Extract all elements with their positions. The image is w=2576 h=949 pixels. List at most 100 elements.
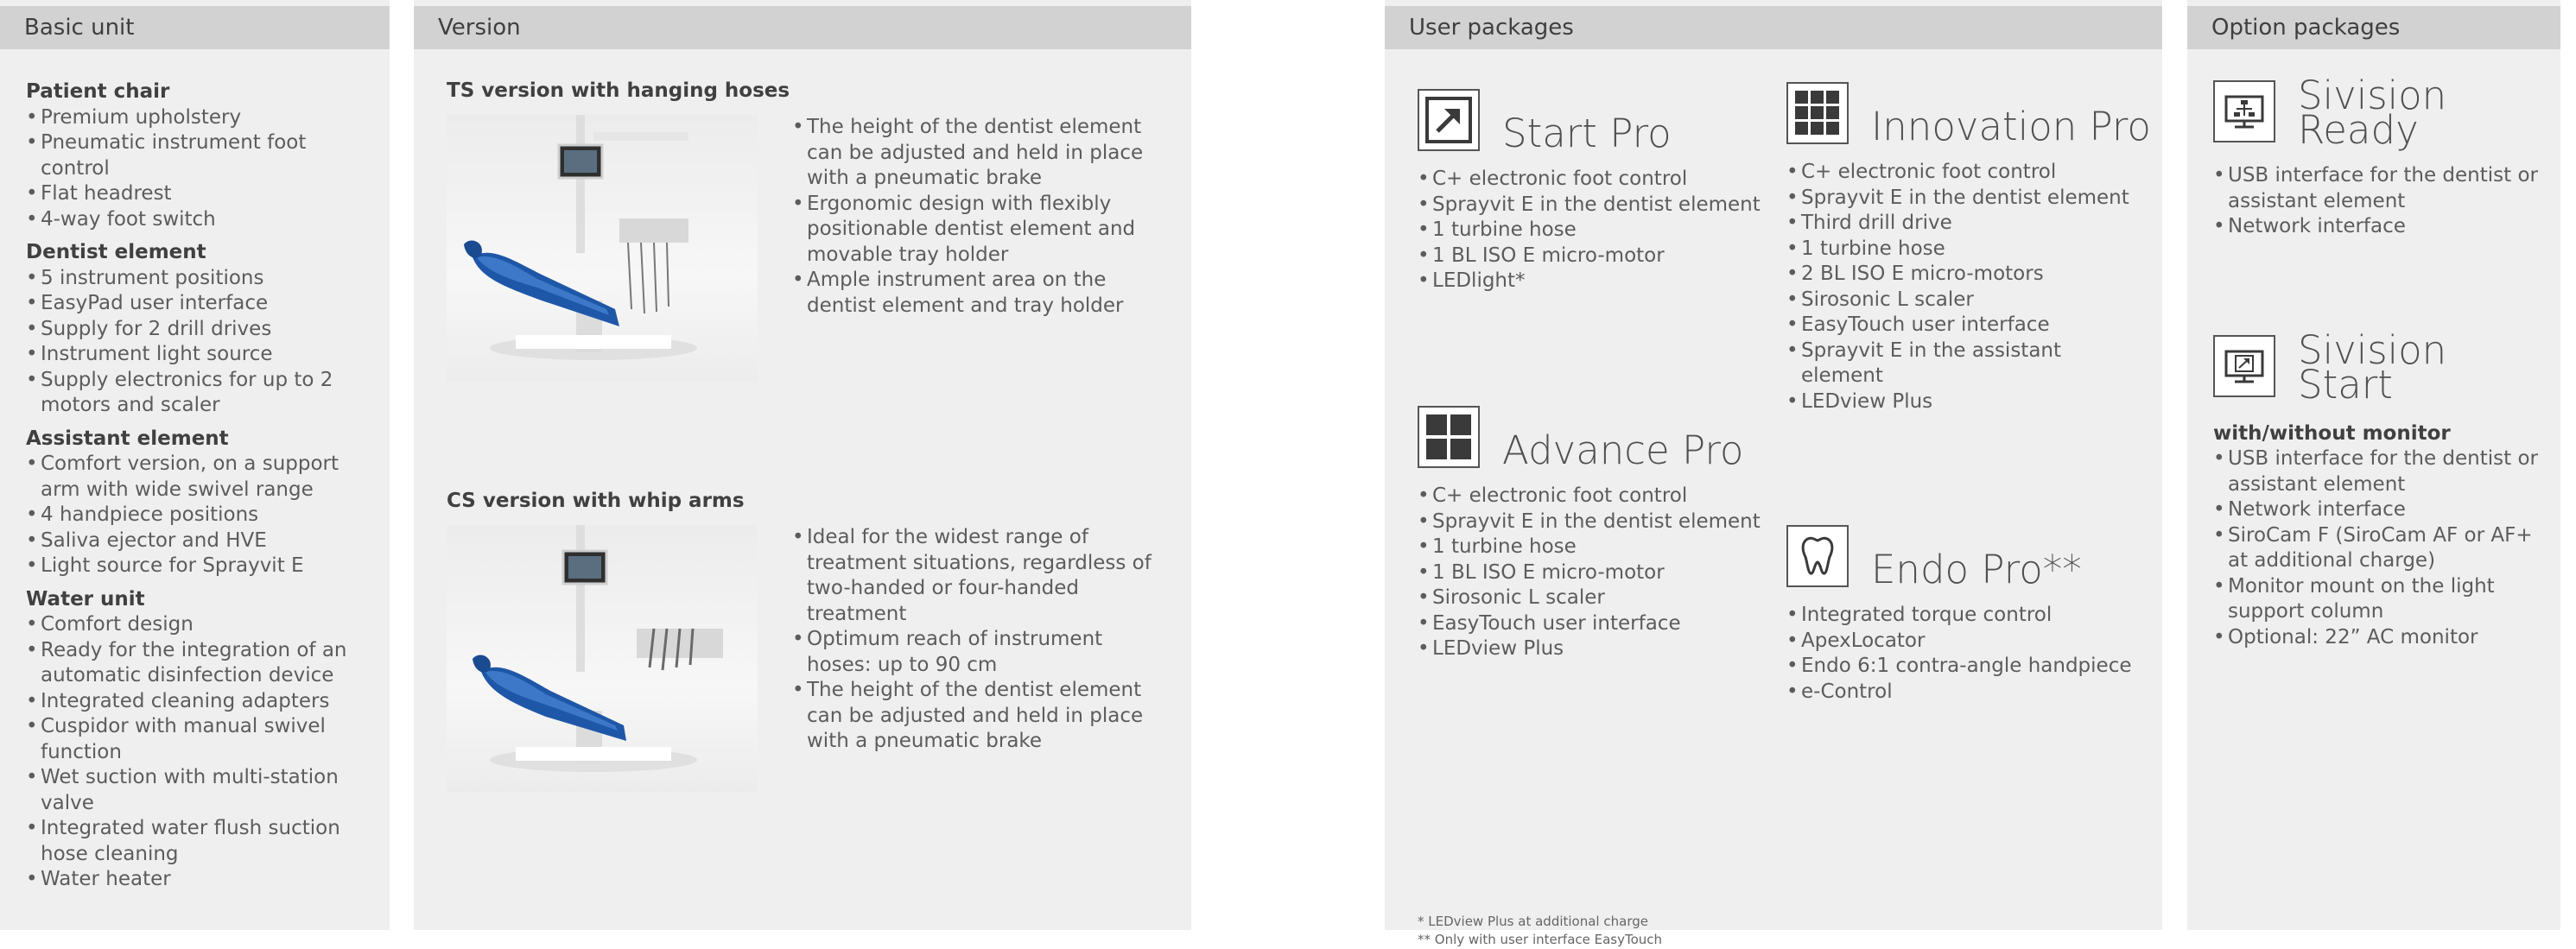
list-item: Flat headrest: [26, 181, 371, 207]
group-title: Patient chair: [26, 80, 170, 103]
user-packages-header: User packages: [1385, 6, 2162, 49]
list-item: Wet suction with multi-station valve: [26, 765, 371, 816]
bullet-list: Comfort design Ready for the integration…: [26, 612, 371, 893]
list-item: Sprayvit E in the dentist element: [1418, 509, 1763, 535]
list-item: Optional: 22” AC monitor: [2213, 625, 2541, 651]
package-bullets: Integrated torque control ApexLocator En…: [1786, 603, 2149, 705]
list-item: Monitor mount on the light support colum…: [2213, 574, 2541, 625]
group-water-unit: Water unit Comfort design Ready for the …: [26, 587, 371, 893]
basic-unit-body: Patient chair Premium upholstery Pneumat…: [0, 49, 390, 930]
package-innovation-pro: Innovation Pro C+ electronic foot contro…: [1786, 75, 2151, 414]
list-item: Supply for 2 drill drives: [26, 317, 371, 343]
list-item: 1 BL ISO E micro-motor: [1418, 560, 1763, 586]
list-item: Comfort version, on a support arm with w…: [26, 452, 371, 503]
ts-version-section: TS version with hanging hoses • The heig…: [447, 78, 1190, 406]
package-advance-pro: Advance Pro C+ electronic foot control S…: [1418, 399, 1763, 662]
list-item: Integrated water flush suction hose clea…: [26, 816, 371, 867]
list-item: Integrated torque control: [1786, 603, 2149, 629]
list-item: C+ electronic foot control: [1418, 167, 1763, 193]
footnote: * LEDview Plus at additional charge: [1418, 914, 1648, 929]
list-item: 1 BL ISO E micro-motor: [1418, 244, 1763, 269]
list-item: 4-way foot switch: [26, 207, 371, 233]
package-name-line: Start: [2298, 362, 2393, 408]
package-head: Advance Pro: [1418, 399, 1763, 471]
option-packages-panel: Option packages Sivision Ready • USB int…: [2187, 0, 2560, 930]
package-start-pro: Start Pro C+ electronic foot control Spr…: [1418, 82, 1763, 294]
list-item: Ready for the integration of an automati…: [26, 638, 371, 689]
list-item: The height of the dentist element can be…: [792, 678, 1155, 755]
list-item: LEDview Plus: [1786, 389, 2149, 415]
list-item: Ergonomic design with flexibly positiona…: [792, 192, 1155, 269]
list-item: Network interface: [2213, 497, 2541, 523]
list-item: C+ electronic foot control: [1786, 160, 2149, 186]
footnotes: * LEDview Plus at additional charge ** O…: [1418, 913, 1662, 949]
list-item: Optimum reach of instrument hoses: up to…: [792, 627, 1155, 678]
monitor-network-icon: [2213, 80, 2275, 142]
ts-version-photo: [447, 115, 758, 383]
list-item: Saliva ejector and HVE: [26, 528, 371, 554]
list-item: 2 BL ISO E micro-motors: [1786, 262, 2149, 288]
group-patient-chair: Patient chair Premium upholstery Pneumat…: [26, 79, 371, 232]
tooth-icon: [1786, 525, 1849, 587]
list-item: EasyTouch user interface: [1418, 611, 1763, 637]
package-name: Sivision Ready: [2298, 76, 2446, 153]
package-bullets: C+ electronic foot control Sprayvit E in…: [1418, 484, 1763, 662]
list-item: LEDlight*: [1418, 269, 1763, 294]
list-item: Premium upholstery: [26, 105, 371, 131]
list-item: Sirosonic L scaler: [1786, 288, 2149, 313]
package-name-line: Ready: [2298, 107, 2419, 153]
footnote: ** Only with user interface EasyTouch: [1418, 932, 1663, 947]
list-item: Light source for Sprayvit E: [26, 554, 371, 579]
package-name: Start Pro: [1502, 111, 1672, 156]
user-packages-panel: User packages Start Pro C+ electronic fo…: [1385, 0, 2162, 947]
basic-unit-header: Basic unit: [0, 6, 390, 49]
version-panel: Version TS version with hanging hoses • …: [414, 0, 1191, 930]
list-item: Third drill drive: [1786, 211, 2149, 237]
package-bullets: C+ electronic foot control Sprayvit E in…: [1786, 160, 2149, 414]
nine-grid-icon: [1786, 82, 1849, 144]
list-item: Endo 6:1 contra-angle handpiece: [1786, 654, 2149, 680]
cs-version-photo: [447, 525, 758, 793]
list-item: Ideal for the widest range of treatment …: [792, 525, 1155, 627]
package-name: Endo Pro**: [1871, 547, 2082, 592]
package-head: Innovation Pro: [1786, 75, 2151, 148]
list-item: USB interface for the dentist or assista…: [2213, 446, 2541, 497]
package-bullets: USB interface for the dentist or assista…: [2213, 163, 2541, 240]
cs-version-bullets: Ideal for the widest range of treatment …: [792, 525, 1155, 755]
group-dentist-element: Dentist element 5 instrument positions E…: [26, 240, 371, 419]
list-item: USB interface for the dentist or assista…: [2213, 163, 2541, 214]
package-sivision-start: Sivision Start with/without monitor USB …: [2213, 330, 2541, 650]
arrow-icon: [1418, 89, 1480, 151]
list-item: Cuspidor with manual swivel function: [26, 714, 371, 765]
list-item: 1 turbine hose: [1786, 237, 2149, 263]
cs-version-section: CS version with whip arms • Ideal for th…: [447, 488, 1190, 816]
list-item: 1 turbine hose: [1418, 218, 1763, 244]
group-title: Dentist element: [26, 241, 206, 263]
package-head: Start Pro: [1418, 82, 1763, 155]
list-item: EasyTouch user interface: [1786, 313, 2149, 338]
package-head: Endo Pro**: [1786, 518, 2149, 591]
group-assistant-element: Assistant element Comfort version, on a …: [26, 427, 371, 579]
basic-unit-panel: Basic unit Patient chair Premium upholst…: [0, 0, 390, 930]
list-item: Network interface: [2213, 214, 2541, 240]
user-packages-body: Start Pro C+ electronic foot control Spr…: [1385, 49, 2162, 947]
package-head: Sivision Ready: [2213, 75, 2541, 153]
list-item: 5 instrument positions: [26, 266, 371, 292]
list-item: Sirosonic L scaler: [1418, 585, 1763, 611]
bullet-list: Premium upholstery Pneumatic instrument …: [26, 105, 371, 233]
ts-version-title: TS version with hanging hoses: [447, 79, 790, 102]
dental-unit-image: [464, 115, 697, 360]
list-item: Supply electronics for up to 2 motors an…: [26, 368, 371, 419]
list-item: Pneumatic instrument foot control: [26, 130, 371, 181]
list-item: Ample instrument area on the dentist ele…: [792, 268, 1155, 319]
package-endo-pro: Endo Pro** Integrated torque control Ape…: [1786, 518, 2149, 705]
basic-unit-groups: Patient chair Premium upholstery Pneumat…: [26, 79, 371, 901]
list-item: The height of the dentist element can be…: [792, 115, 1155, 192]
list-item: LEDview Plus: [1418, 636, 1763, 662]
monitor-arrow-icon: [2213, 335, 2275, 397]
bullet-list: Comfort version, on a support arm with w…: [26, 452, 371, 579]
list-item: Sprayvit E in the dentist element: [1418, 193, 1763, 218]
list-item: Sprayvit E in the assistant element: [1786, 338, 2149, 389]
list-item: Integrated cleaning adapters: [26, 689, 371, 715]
package-bullets: USB interface for the dentist or assista…: [2213, 446, 2541, 650]
